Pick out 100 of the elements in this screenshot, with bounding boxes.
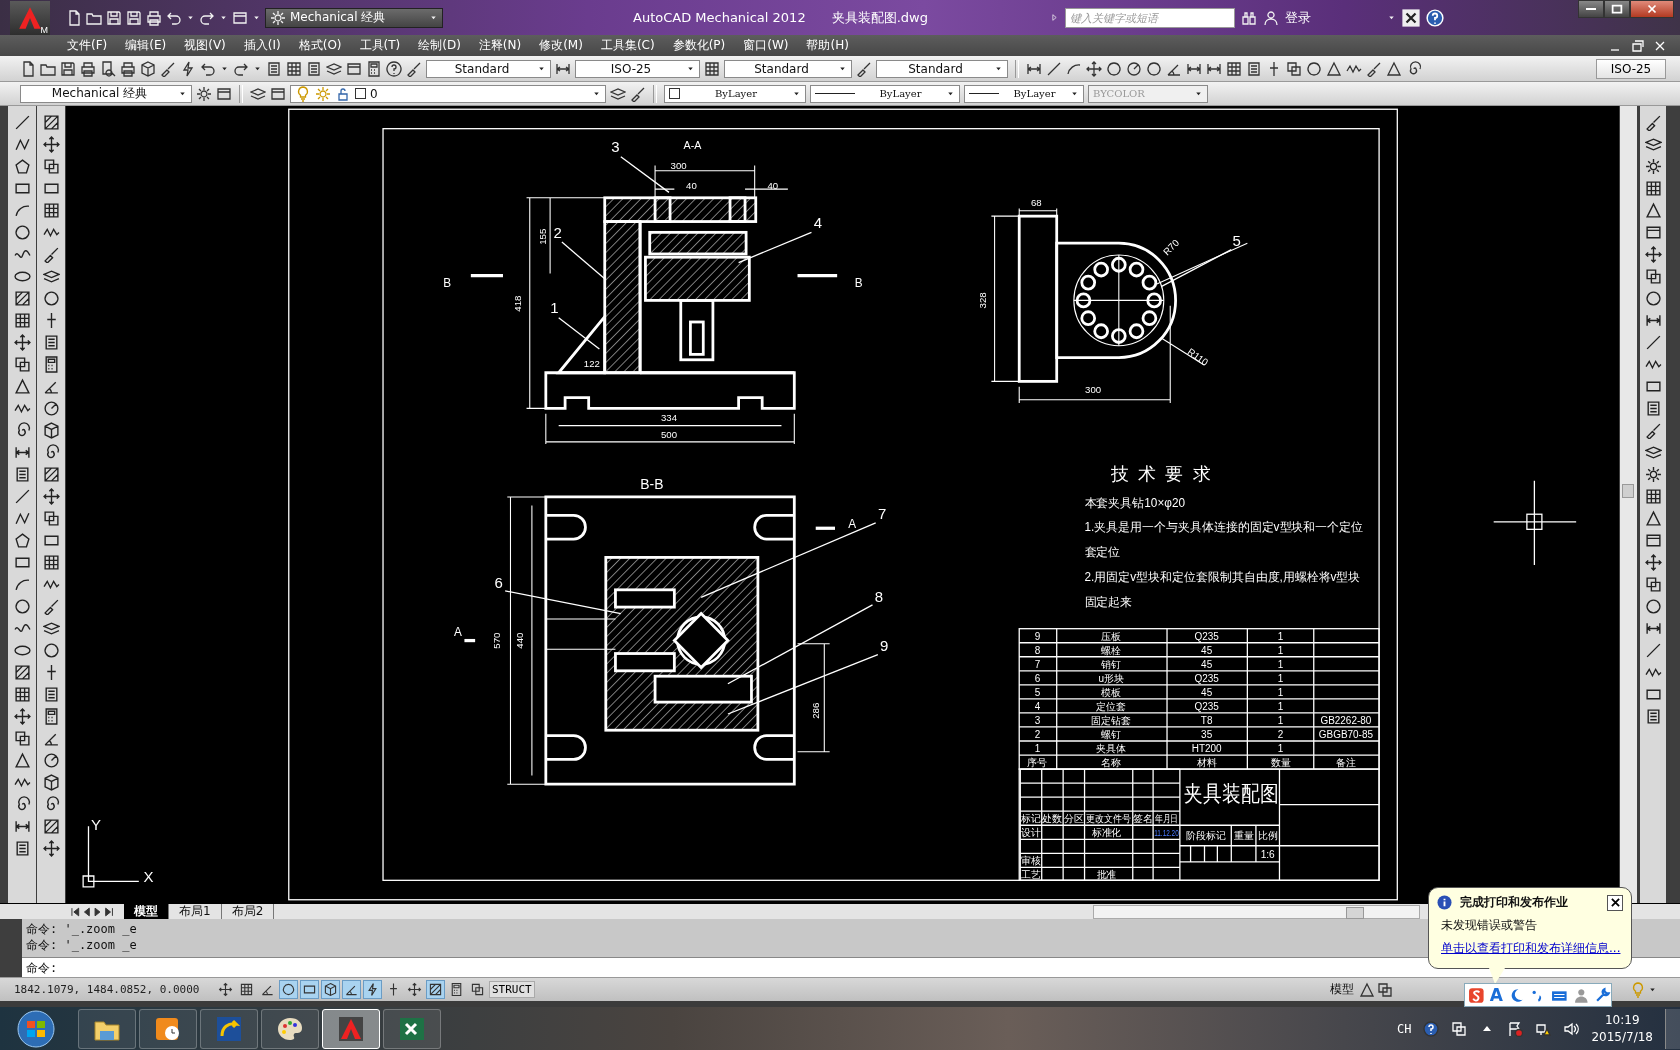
table-cell: GBGB70-85 — [1318, 729, 1373, 741]
file-name: 夹具装配图.dwg — [831, 8, 928, 27]
part-number: 4 — [813, 214, 823, 232]
table-cell: 定位套 — [1096, 701, 1127, 713]
table-cell: 5 — [1034, 687, 1041, 699]
table-cell: Q235 — [1194, 673, 1219, 685]
dimension-style-dropdown[interactable]: ISO-25 — [575, 59, 700, 78]
details-link[interactable]: 单击以查看打印和发布详细信息... — [1441, 940, 1623, 957]
menu-item[interactable]: 编辑(E) — [116, 37, 176, 54]
dimension-text: 155 — [536, 228, 548, 245]
workspace-dropdown[interactable]: Mechanical 经典 — [265, 7, 443, 28]
table-cell: 1 — [1277, 687, 1284, 699]
requirements-text: 固定起来 — [1084, 594, 1133, 610]
command-line-field[interactable]: 命令: — [22, 957, 1680, 977]
dimension-text: 300 — [1085, 384, 1102, 396]
table-cell: 螺栓 — [1101, 645, 1122, 657]
dimension-text: 300 — [670, 159, 687, 171]
table-cell: 固定钻套 — [1091, 715, 1132, 727]
table-cell: 模板 — [1101, 687, 1122, 699]
requirements-text: 套定位 — [1084, 545, 1121, 560]
menu-item[interactable]: 注释(N) — [469, 37, 531, 54]
part-number: 9 — [880, 637, 889, 655]
table-cell: GB2262-80 — [1320, 715, 1372, 727]
model-space-button[interactable]: 模型 — [1326, 981, 1357, 998]
table-cell: 45 — [1201, 687, 1213, 699]
dimension-text: R70 — [1160, 236, 1182, 258]
lineweight-dropdown[interactable]: ByLayer — [964, 84, 1084, 103]
language-indicator[interactable]: CH — [1397, 1021, 1412, 1036]
menu-item[interactable]: 参数化(P) — [663, 37, 735, 54]
menu-item[interactable]: 插入(I) — [234, 37, 290, 54]
color-dropdown[interactable]: ByLayer — [664, 84, 806, 103]
command-history-line: 命令: '_.zoom _e — [26, 921, 137, 937]
table-style-dropdown[interactable]: Standard — [724, 59, 852, 78]
part-number: 6 — [494, 573, 503, 591]
column-header: 名称 — [1101, 757, 1122, 769]
multileader-style-dropdown[interactable]: Standard — [876, 59, 1008, 78]
input-mode-button[interactable]: A — [1489, 986, 1503, 1004]
date-text: 11.12.20 — [1154, 828, 1187, 839]
dimension-text: 500 — [660, 428, 677, 440]
command-history-line: 命令: '_.zoom _e — [26, 937, 137, 953]
menu-item[interactable]: 工具集(C) — [591, 37, 664, 54]
menu-item[interactable]: 文件(F) — [58, 37, 117, 54]
linetype-dropdown[interactable]: ByLayer — [810, 84, 960, 103]
part-number: 3 — [611, 138, 620, 156]
dimension-text: 440 — [514, 632, 526, 649]
search-field[interactable]: 键入关键字或短语 — [1064, 7, 1235, 28]
menu-item[interactable]: 格式(O) — [289, 37, 351, 54]
menu-item[interactable]: 帮助(H) — [797, 37, 858, 54]
table-cell: 1 — [1034, 743, 1041, 755]
dimension-text: 418 — [512, 295, 524, 312]
column-header: 备注 — [1335, 757, 1356, 769]
section-label: B — [443, 276, 452, 291]
table-cell: u形块 — [1098, 673, 1125, 685]
table-cell: 1 — [1277, 673, 1284, 685]
menu-item[interactable]: 工具(T) — [350, 37, 410, 54]
title-block-label: 年月日 — [1154, 812, 1185, 824]
menu-item[interactable]: 视图(V) — [175, 37, 235, 54]
title-block-label: 设计 — [1021, 827, 1041, 839]
requirements-text: 1.夹具是用一个与夹具体连接的固定v型块和一个定位 — [1084, 520, 1364, 535]
window-title: AutoCAD Mechanical 2012 — [633, 10, 806, 25]
layer-dropdown[interactable]: 0 — [290, 84, 606, 103]
struct-button[interactable]: STRUCT — [489, 981, 535, 998]
title-block-label: 审核 — [1021, 855, 1041, 867]
part-number: 1 — [550, 299, 559, 317]
login-link[interactable]: 登录 — [1284, 8, 1311, 27]
table-cell: 2 — [1277, 729, 1284, 741]
section-label: A — [454, 625, 462, 640]
table-cell: 3 — [1034, 715, 1041, 727]
column-header: 材料 — [1196, 757, 1217, 769]
part-number: 5 — [1232, 232, 1241, 250]
table-cell: 7 — [1034, 659, 1041, 671]
table-cell: 1 — [1277, 631, 1284, 643]
notification-message: 未发现错误或警告 — [1441, 917, 1538, 934]
table-cell: 2 — [1034, 729, 1041, 741]
workspace-dropdown[interactable]: Mechanical 经典 — [20, 84, 192, 103]
title-block-label: 工艺 — [1021, 869, 1041, 881]
application-menu-button[interactable]: M — [10, 0, 50, 35]
clock[interactable]: 10:19 2015/7/18 — [1591, 1011, 1653, 1046]
layout-tab[interactable]: 模型 — [124, 904, 169, 919]
requirements-text: 2.用固定v型块和定位套限制其自由度,用螺栓将v型块 — [1084, 570, 1361, 585]
menu-item[interactable]: 窗口(W) — [734, 37, 798, 54]
requirements-title: 技 术 要 求 — [1110, 462, 1213, 484]
table-cell: 销钉 — [1101, 659, 1122, 671]
section-label: B — [854, 276, 863, 291]
notification-title: 完成打印和发布作业 — [1460, 894, 1569, 911]
table-cell: 35 — [1201, 729, 1213, 741]
table-cell: HT200 — [1191, 743, 1222, 755]
dimension-style-button[interactable]: ISO-25 — [1596, 58, 1666, 79]
text-style-dropdown[interactable]: Standard — [426, 59, 551, 78]
table-cell: 8 — [1034, 645, 1041, 657]
drawing-title: 夹具装配图 — [1184, 782, 1294, 807]
axis-label: Y — [91, 815, 101, 833]
table-cell: 45 — [1201, 659, 1213, 671]
part-number: 8 — [874, 587, 884, 605]
menu-item[interactable]: 绘制(D) — [409, 37, 470, 54]
menu-item[interactable]: 修改(M) — [530, 37, 592, 54]
table-cell: T8 — [1200, 715, 1213, 727]
title-block-label: 重量 — [1233, 830, 1254, 842]
dimension-text: 122 — [583, 358, 600, 370]
table-cell: 4 — [1034, 701, 1041, 713]
